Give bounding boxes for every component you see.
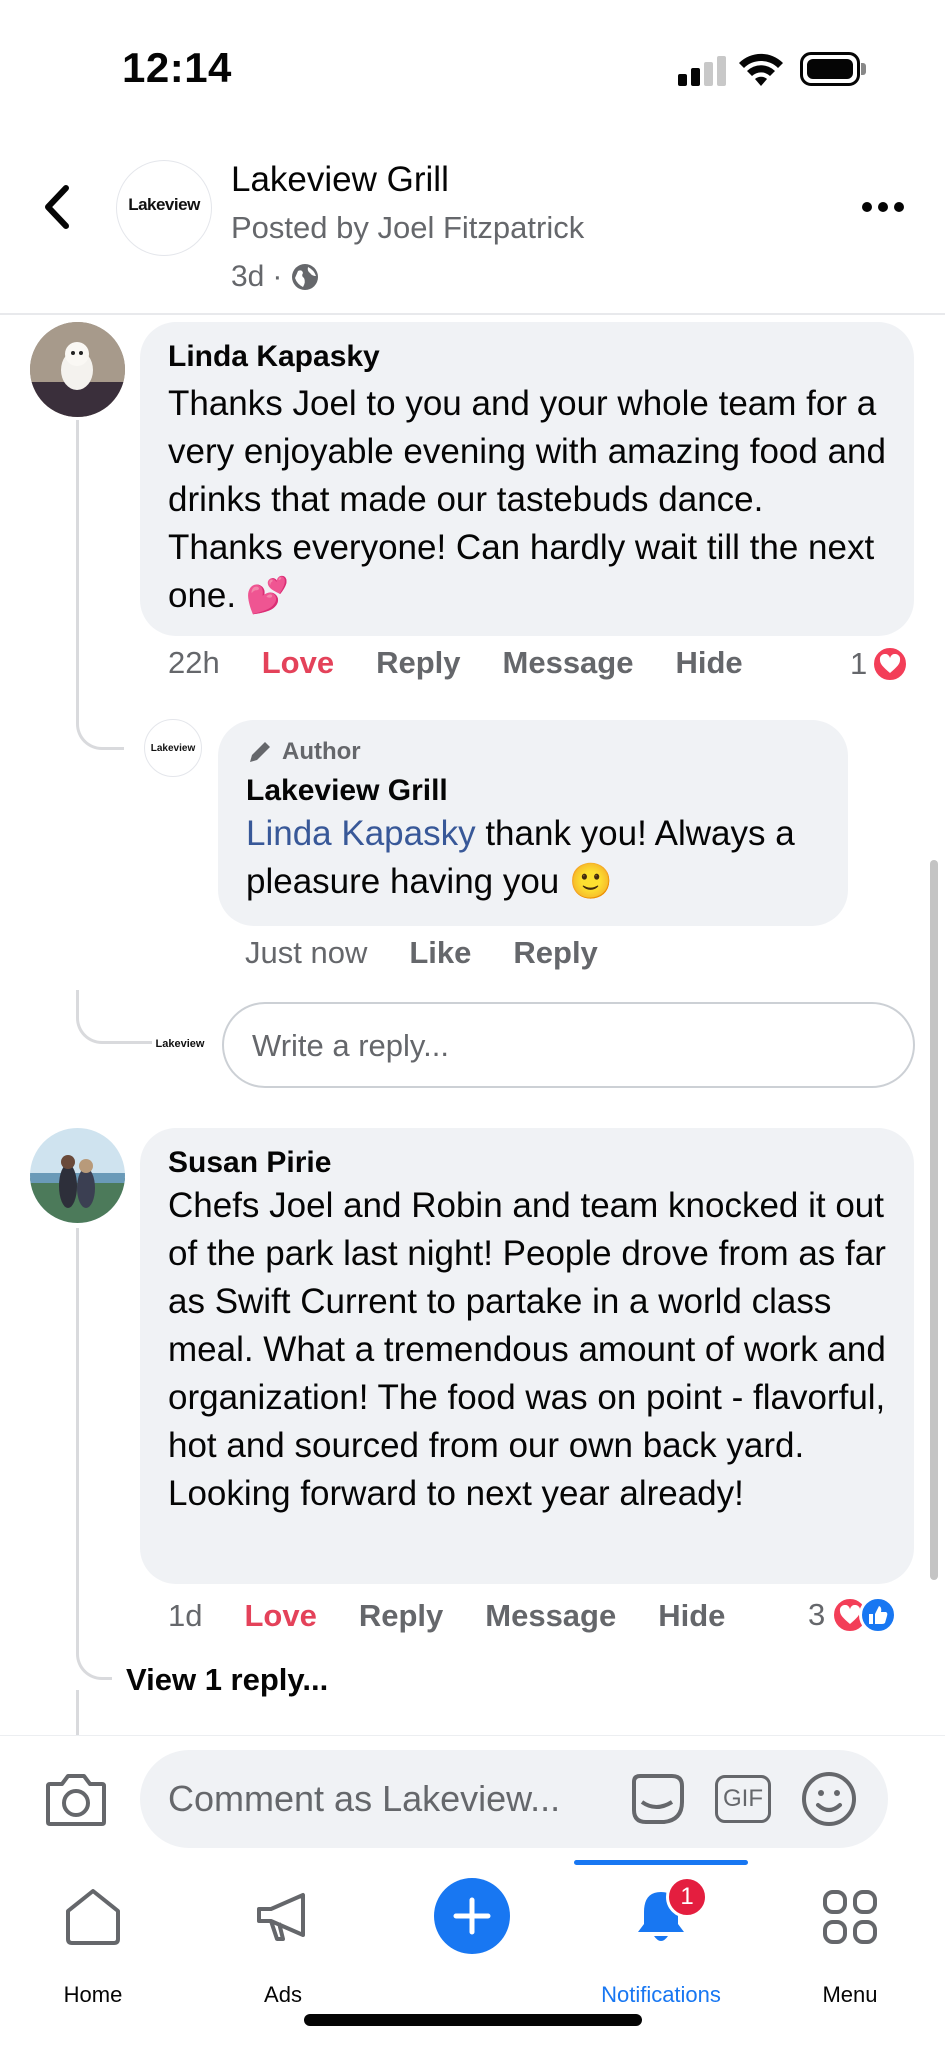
comment-actions: 22h Love Reply Message Hide bbox=[168, 645, 743, 681]
status-time: 12:14 bbox=[122, 44, 232, 91]
love-button[interactable]: Love bbox=[244, 1598, 316, 1634]
posted-by: Posted by Joel Fitzpatrick bbox=[231, 210, 585, 245]
active-tab-indicator bbox=[574, 1860, 748, 1865]
reaction-count: 1 bbox=[850, 646, 868, 681]
back-chevron-icon bbox=[45, 185, 69, 229]
tab-menu[interactable]: Menu bbox=[770, 1882, 930, 2007]
page-name[interactable]: Lakeview Grill bbox=[231, 160, 449, 200]
lakeview-logo: Lakeview bbox=[150, 742, 196, 754]
home-indicator[interactable] bbox=[304, 2014, 642, 2026]
notification-badge: 1 bbox=[666, 1876, 708, 1918]
comment-placeholder: Comment as Lakeview... bbox=[168, 1778, 561, 1819]
reply-text: Linda Kapasky thank you! Always a pleasu… bbox=[246, 814, 795, 901]
cellular-signal-icon bbox=[678, 56, 726, 86]
reply-time: Just now bbox=[245, 935, 368, 970]
thread-line bbox=[76, 1690, 79, 1735]
comment-text: Chefs Joel and Robin and team knocked it… bbox=[168, 1186, 886, 1513]
message-button[interactable]: Message bbox=[503, 645, 634, 681]
heart-reaction-icon bbox=[871, 645, 910, 683]
thread-connector bbox=[76, 1620, 112, 1680]
scrollbar[interactable] bbox=[930, 860, 938, 1580]
tab-create[interactable] bbox=[392, 1878, 552, 2002]
comment-bubble[interactable]: Linda Kapasky Thanks Joel to you and you… bbox=[140, 322, 914, 636]
hide-button[interactable]: Hide bbox=[658, 1598, 725, 1634]
tab-notifications[interactable]: 1 Notifications bbox=[581, 1876, 741, 2007]
battery-icon bbox=[800, 52, 866, 86]
tab-label: Ads bbox=[264, 1982, 302, 2007]
post-age: 3d bbox=[231, 260, 265, 293]
hide-button[interactable]: Hide bbox=[675, 645, 742, 681]
comment-author[interactable]: Linda Kapasky bbox=[168, 340, 886, 374]
camera-icon bbox=[46, 1774, 106, 1826]
comment-text: Thanks Joel to you and your whole team f… bbox=[168, 384, 886, 615]
thread-line bbox=[76, 1228, 79, 1648]
reply-button[interactable]: Reply bbox=[376, 645, 460, 681]
thread-connector bbox=[76, 700, 124, 750]
write-reply-input[interactable]: Write a reply... bbox=[222, 1002, 915, 1088]
pencil-icon bbox=[250, 742, 270, 762]
reaction-summary[interactable]: 1 bbox=[850, 645, 910, 683]
reaction-summary[interactable]: 3 bbox=[808, 1596, 898, 1634]
love-button[interactable]: Love bbox=[262, 645, 334, 681]
tab-home[interactable]: Home bbox=[13, 1882, 173, 2007]
wifi-icon bbox=[739, 53, 783, 86]
comment-bubble[interactable]: Susan Pirie Chefs Joel and Robin and tea… bbox=[140, 1128, 914, 1584]
more-options-button[interactable] bbox=[862, 192, 912, 222]
reply-button[interactable]: Reply bbox=[513, 935, 597, 971]
tab-label: Notifications bbox=[601, 1982, 721, 2007]
gif-icon: GIF bbox=[715, 1775, 771, 1823]
avatar[interactable] bbox=[30, 1128, 125, 1223]
dog-photo bbox=[30, 322, 125, 417]
thread-line bbox=[76, 420, 79, 720]
plus-icon bbox=[434, 1878, 510, 1954]
comment-input[interactable]: Comment as Lakeview... GIF bbox=[140, 1750, 888, 1848]
post-header: Lakeview Lakeview Grill Posted by Joel F… bbox=[0, 150, 945, 315]
couple-photo bbox=[30, 1128, 125, 1223]
tab-label: Menu bbox=[822, 1982, 878, 2007]
reply-avatar[interactable]: Lakeview bbox=[144, 719, 202, 777]
reply-author[interactable]: Lakeview Grill bbox=[246, 774, 820, 808]
thread-connector bbox=[76, 990, 152, 1044]
mention-link[interactable]: Linda Kapasky bbox=[246, 814, 476, 853]
camera-button[interactable] bbox=[44, 1770, 108, 1830]
like-reaction-icon bbox=[859, 1596, 898, 1634]
emoji-icon bbox=[802, 1772, 856, 1826]
back-button[interactable] bbox=[30, 180, 84, 234]
comment-composer: Comment as Lakeview... GIF bbox=[0, 1735, 945, 1865]
home-icon bbox=[58, 1882, 128, 1952]
sticker-icon bbox=[632, 1774, 684, 1824]
page-avatar[interactable]: Lakeview bbox=[116, 160, 212, 256]
grid-icon bbox=[815, 1882, 885, 1952]
post-meta: 3d · bbox=[231, 260, 320, 294]
lakeview-logo: Lakeview bbox=[128, 186, 211, 215]
sticker-button[interactable] bbox=[628, 1772, 686, 1826]
megaphone-icon bbox=[248, 1882, 318, 1952]
bell-icon: 1 bbox=[626, 1876, 708, 1952]
reply-bubble[interactable]: Author Lakeview Grill Linda Kapasky than… bbox=[218, 720, 848, 926]
meta-separator: · bbox=[272, 260, 283, 293]
avatar[interactable] bbox=[30, 322, 125, 417]
gif-button[interactable]: GIF bbox=[714, 1772, 772, 1826]
tab-label: Home bbox=[63, 1982, 123, 2007]
comment-author[interactable]: Susan Pirie bbox=[168, 1146, 886, 1180]
message-button[interactable]: Message bbox=[485, 1598, 616, 1634]
tab-ads[interactable]: Ads bbox=[203, 1882, 363, 2007]
comment-actions: 1d Love Reply Message Hide bbox=[168, 1598, 725, 1634]
globe-icon bbox=[292, 264, 319, 290]
emoji-button[interactable] bbox=[800, 1772, 858, 1826]
view-replies-link[interactable]: View 1 reply... bbox=[126, 1662, 328, 1698]
like-button[interactable]: Like bbox=[409, 935, 471, 971]
comment-time: 1d bbox=[168, 1598, 203, 1633]
status-bar: 12:14 bbox=[0, 0, 945, 140]
reaction-count: 3 bbox=[808, 1597, 826, 1632]
comment-time: 22h bbox=[168, 645, 220, 680]
reply-actions: Just now Like Reply bbox=[245, 935, 598, 971]
reply-button[interactable]: Reply bbox=[359, 1598, 443, 1634]
author-badge: Author bbox=[246, 738, 820, 766]
reply-input-avatar: Lakeview bbox=[155, 1038, 205, 1050]
